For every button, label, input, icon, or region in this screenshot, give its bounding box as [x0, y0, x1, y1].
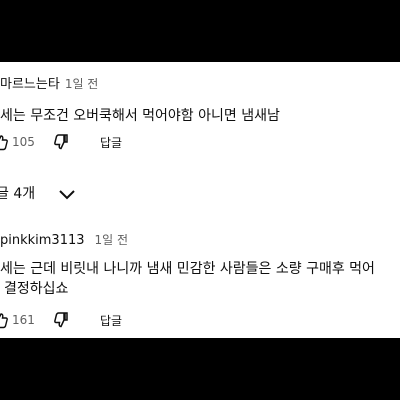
comment-1-header: 마르느는타 1일 전 [0, 73, 98, 92]
comment-2-time[interactable]: 1일 전 [95, 233, 129, 247]
view-replies-button[interactable]: 글 4개 [0, 183, 75, 205]
comment-2-text-line-1: 세는 근데 비릿내 나니까 냄새 민감한 사람들은 소량 구매후 먹어 [0, 261, 375, 277]
comment-1-reply-button[interactable]: 답글 [100, 134, 122, 151]
comment-1-like-count: 105 [12, 135, 35, 149]
comment-2-author[interactable]: pinkkim3113 [0, 233, 85, 248]
comment-1-actions: 105 답글 [0, 133, 400, 153]
comment-2-text-line-2: 결정하십쇼 [4, 281, 69, 297]
comment-2-like-count: 161 [12, 313, 35, 327]
comment-1-time[interactable]: 1일 전 [65, 77, 99, 91]
thumb-up-icon[interactable] [0, 313, 8, 333]
comment-1-author[interactable]: 마르느는타 [0, 77, 60, 92]
thumb-up-icon[interactable] [0, 135, 8, 155]
comment-2-header: pinkkim3113 1일 전 [0, 229, 128, 248]
comment-1-text: 세는 무조건 오버쿡해서 먹어야함 아니면 냄새남 [0, 108, 280, 124]
thumb-down-icon[interactable] [53, 133, 69, 154]
view-replies-label: 글 4개 [0, 186, 36, 202]
thumb-down-icon[interactable] [53, 311, 69, 332]
comments-panel: 마르느는타 1일 전 세는 무조건 오버쿡해서 먹어야함 아니면 냄새남 105 … [0, 62, 400, 338]
comment-2-reply-button[interactable]: 답글 [100, 312, 122, 329]
comment-2-actions: 161 답글 [0, 311, 400, 331]
chevron-down-icon [58, 186, 76, 205]
